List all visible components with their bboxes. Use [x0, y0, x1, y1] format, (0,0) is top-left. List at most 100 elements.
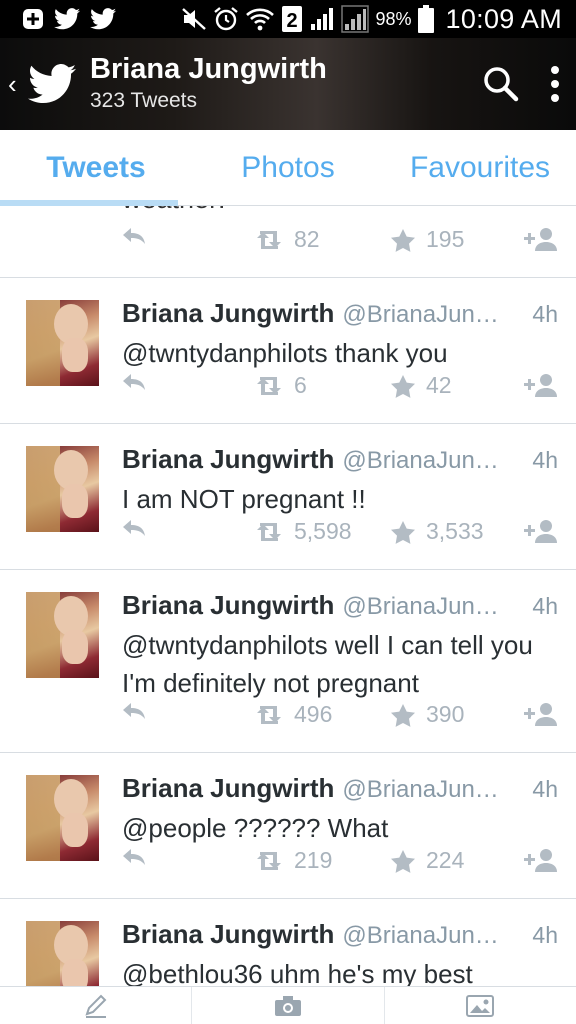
- favorite-button[interactable]: 3,533: [390, 518, 484, 545]
- reply-icon: [123, 849, 145, 865]
- avatar[interactable]: [26, 592, 99, 678]
- reply-icon: [123, 374, 145, 390]
- add-follow-icon: [524, 849, 557, 872]
- favorite-button[interactable]: 224: [390, 847, 464, 874]
- tweet-author-handle: @BrianaJung...: [342, 301, 508, 328]
- reply-button[interactable]: [120, 847, 148, 867]
- tweet-timestamp: 4h: [532, 301, 558, 327]
- reply-button[interactable]: [120, 226, 148, 246]
- status-bar: 2 98% 10:09 AM: [0, 0, 576, 38]
- list-item[interactable]: Briana Jungwirth @BrianaJung... 4h @twnt…: [0, 278, 576, 424]
- retweet-icon: [257, 522, 281, 541]
- list-item[interactable]: weather! 82 195: [0, 206, 576, 278]
- twitter-icon: [54, 8, 80, 30]
- tweet-count: 323 Tweets: [90, 89, 198, 112]
- compose-icon: [85, 994, 107, 1018]
- tweet-author-name[interactable]: Briana Jungwirth: [122, 773, 334, 804]
- retweet-count: 82: [294, 226, 320, 252]
- list-item[interactable]: Briana Jungwirth @BrianaJung... 4h @peop…: [0, 753, 576, 899]
- favorite-button[interactable]: 42: [390, 372, 452, 399]
- image-icon: [466, 994, 495, 1017]
- plus-icon: [22, 8, 44, 30]
- follow-button[interactable]: [522, 518, 558, 544]
- reply-button[interactable]: [120, 372, 148, 392]
- reply-button[interactable]: [120, 518, 148, 538]
- gallery-button[interactable]: [385, 987, 576, 1024]
- tweet-text: I am NOT pregnant !!: [122, 484, 366, 514]
- tab-photos[interactable]: Photos: [192, 130, 384, 205]
- battery-icon: [417, 5, 434, 33]
- tweet-author-name[interactable]: Briana Jungwirth: [122, 298, 334, 329]
- reply-icon: [123, 703, 145, 719]
- star-icon: [391, 703, 415, 727]
- profile-tabs: Tweets Photos Favourites: [0, 130, 576, 206]
- retweet-button[interactable]: 219: [254, 847, 332, 874]
- favorite-count: 42: [426, 372, 452, 398]
- clock: 10:09 AM: [445, 3, 562, 34]
- tweet-timestamp: 4h: [532, 593, 558, 619]
- star-icon: [391, 849, 415, 873]
- follow-button[interactable]: [522, 701, 558, 727]
- profile-name: Briana Jungwirth: [90, 53, 327, 85]
- alarm-icon: [213, 6, 239, 32]
- bottom-action-bar: [0, 986, 576, 1024]
- retweet-count: 5,598: [294, 518, 352, 544]
- avatar[interactable]: [26, 921, 99, 986]
- tweet-author-handle: @BrianaJung...: [342, 593, 508, 620]
- tweet-author-name[interactable]: Briana Jungwirth: [122, 919, 334, 950]
- list-item[interactable]: Briana Jungwirth @BrianaJung... 4h I am …: [0, 424, 576, 570]
- battery-percent: 98%: [375, 8, 412, 29]
- retweet-button[interactable]: 6: [254, 372, 307, 399]
- add-follow-icon: [524, 520, 557, 543]
- retweet-icon: [257, 705, 281, 724]
- add-follow-icon: [524, 228, 557, 251]
- retweet-button[interactable]: 496: [254, 701, 332, 728]
- star-icon: [391, 228, 415, 252]
- tweet-author-handle: @BrianaJung...: [342, 776, 508, 803]
- compose-tweet-button[interactable]: [0, 987, 193, 1024]
- wifi-icon: [245, 6, 275, 32]
- camera-button[interactable]: [192, 987, 385, 1024]
- favorite-button[interactable]: 195: [390, 226, 464, 253]
- list-item[interactable]: Briana Jungwirth @BrianaJung... 4h @twnt…: [0, 570, 576, 753]
- favorite-count: 195: [426, 226, 465, 252]
- search-icon[interactable]: [482, 65, 520, 103]
- tweet-feed[interactable]: weather! 82 195 Briana Jungwirth @Briana…: [0, 206, 576, 986]
- tweet-text: @people ?????? What: [122, 813, 389, 843]
- star-icon: [391, 520, 415, 544]
- tweet-author-handle: @BrianaJung...: [342, 447, 508, 474]
- favorite-count: 224: [426, 847, 465, 873]
- favorite-button[interactable]: 390: [390, 701, 464, 728]
- retweet-count: 496: [294, 701, 333, 727]
- tab-tweets[interactable]: Tweets: [0, 130, 192, 205]
- retweet-icon: [257, 376, 281, 395]
- tweet-author-name[interactable]: Briana Jungwirth: [122, 444, 334, 475]
- camera-icon: [274, 995, 301, 1016]
- signal-icon: [309, 6, 335, 32]
- follow-button[interactable]: [522, 372, 558, 398]
- add-follow-icon: [524, 374, 557, 397]
- reply-icon: [123, 228, 145, 244]
- retweet-button[interactable]: 82: [254, 226, 320, 253]
- app-header: ‹ Briana Jungwirth 323 Tweets: [0, 38, 576, 130]
- follow-button[interactable]: [522, 226, 558, 252]
- tweet-timestamp: 4h: [532, 447, 558, 473]
- back-chevron-icon[interactable]: ‹: [0, 69, 28, 100]
- retweet-count: 6: [294, 372, 307, 398]
- list-item[interactable]: Briana Jungwirth @BrianaJung... 4h @beth…: [0, 899, 576, 986]
- star-icon: [391, 374, 415, 398]
- reply-icon: [123, 520, 145, 536]
- reply-button[interactable]: [120, 701, 148, 721]
- retweet-count: 219: [294, 847, 333, 873]
- tweet-timestamp: 4h: [532, 776, 558, 802]
- tab-favourites[interactable]: Favourites: [384, 130, 576, 205]
- follow-button[interactable]: [522, 847, 558, 873]
- tweet-text: @bethlou36 uhm he's my best: [122, 959, 473, 986]
- overflow-menu-icon[interactable]: [550, 65, 560, 103]
- twitter-bird-icon[interactable]: [28, 60, 76, 108]
- signal-icon: [341, 5, 370, 33]
- retweet-button[interactable]: 5,598: [254, 518, 352, 545]
- tweet-text: @twntydanphilots well I can tell you I'm…: [122, 630, 533, 698]
- tweet-author-name[interactable]: Briana Jungwirth: [122, 590, 334, 621]
- tweet-author-handle: @BrianaJung...: [342, 922, 508, 949]
